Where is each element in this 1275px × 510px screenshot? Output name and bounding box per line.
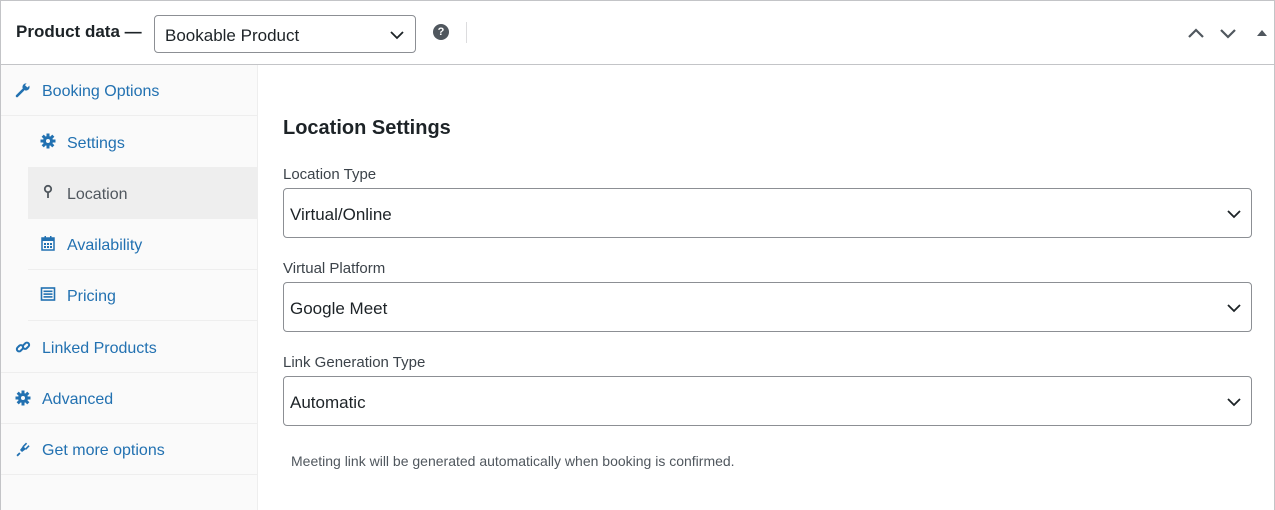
virtual-platform-select[interactable]: Google Meet: [283, 282, 1252, 332]
tab-settings[interactable]: Settings: [28, 117, 257, 168]
chevron-down-icon: [1227, 304, 1241, 313]
chevron-up-icon[interactable]: [1186, 23, 1206, 43]
tab-pricing[interactable]: Pricing: [28, 270, 257, 321]
virtual-platform-value: Google Meet: [290, 299, 388, 318]
section-heading: Location Settings: [283, 117, 451, 139]
calendar-icon: [41, 236, 55, 251]
chevron-down-icon[interactable]: [1218, 23, 1238, 43]
tab-advanced[interactable]: Advanced: [1, 373, 257, 424]
help-circle-icon[interactable]: ?: [433, 24, 449, 40]
tab-availability[interactable]: Availability: [28, 219, 257, 270]
map-pin-icon: [43, 184, 53, 198]
tab-label: Advanced: [42, 391, 114, 408]
link-generation-type-label: Link Generation Type: [283, 354, 426, 371]
gear-icon: [40, 133, 56, 149]
tab-label: Availability: [67, 237, 143, 254]
virtual-platform-label: Virtual Platform: [283, 260, 386, 277]
tab-label: Settings: [67, 135, 125, 152]
tab-linked-products[interactable]: Linked Products: [1, 322, 257, 373]
product-data-panel: Product data — Bookable Product ? Bookin…: [0, 0, 1275, 510]
panel-header: Product data — Bookable Product ?: [1, 1, 1274, 65]
product-type-select[interactable]: Bookable Product: [154, 15, 416, 53]
wrench-icon: [15, 82, 31, 98]
plugin-icon: [16, 442, 30, 457]
tab-label: Get more options: [42, 442, 165, 459]
link-generation-type-select[interactable]: Automatic: [283, 376, 1252, 426]
tab-label: Linked Products: [42, 340, 157, 357]
panel-title: Product data —: [16, 22, 142, 41]
tab-location[interactable]: Location: [28, 168, 257, 219]
tab-label: Booking Options: [42, 83, 160, 100]
link-generation-description: Meeting link will be generated automatic…: [291, 453, 735, 469]
location-type-label: Location Type: [283, 166, 377, 183]
location-type-select[interactable]: Virtual/Online: [283, 188, 1252, 238]
tab-get-more-options[interactable]: Get more options: [1, 424, 257, 475]
location-settings-panel: Location Settings Location Type Virtual/…: [259, 65, 1274, 510]
chevron-down-icon: [1227, 398, 1241, 407]
list-icon: [40, 287, 56, 301]
header-divider: [466, 22, 467, 43]
triangle-up-icon[interactable]: [1252, 23, 1272, 43]
tab-label: Pricing: [67, 288, 116, 305]
product-type-value: Bookable Product: [165, 26, 300, 45]
location-type-value: Virtual/Online: [290, 205, 392, 224]
chevron-down-icon: [390, 31, 404, 40]
product-data-tabs: Booking Options Settings Location Availa…: [1, 65, 258, 510]
link-generation-type-value: Automatic: [290, 393, 366, 412]
tab-booking-options[interactable]: Booking Options: [1, 65, 257, 116]
chevron-down-icon: [1227, 210, 1241, 219]
gear-icon: [15, 390, 31, 406]
tab-label: Location: [67, 186, 128, 203]
link-icon: [15, 341, 31, 353]
